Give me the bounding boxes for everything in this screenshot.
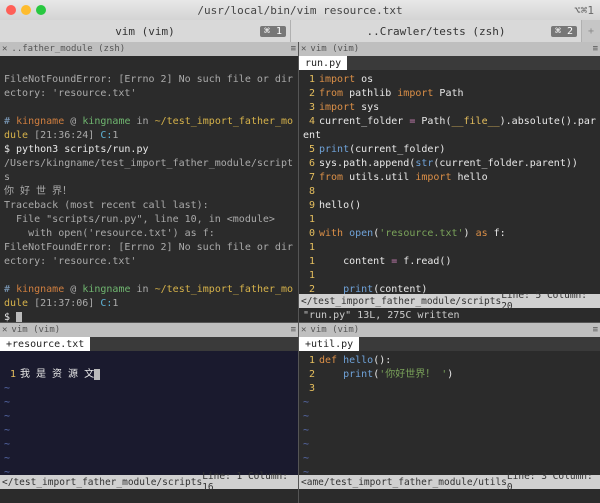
editor-content[interactable]: 1import os 2from pathlib import Path 3im… xyxy=(299,70,600,294)
pane-menu-icon[interactable]: ≡ xyxy=(593,325,598,335)
pane-title: ..father_module (zsh) xyxy=(11,44,125,54)
pane-close-icon[interactable]: ✕ xyxy=(2,325,7,335)
editor-content[interactable]: 1def hello(): 2 print('你好世界！ ') 3 ~ ~ ~ … xyxy=(299,351,600,475)
window-title: /usr/local/bin/vim resource.txt xyxy=(0,4,600,17)
vim-message: "run.py" 13L, 275C written xyxy=(299,308,600,322)
tab-crawler[interactable]: ..Crawler/tests (zsh) ⌘ 2 xyxy=(291,20,582,42)
pane-menu-icon[interactable]: ≡ xyxy=(291,325,296,335)
pane-terminal[interactable]: ✕ ..father_module (zsh) ≡ FileNotFoundEr… xyxy=(0,42,298,322)
vim-message xyxy=(0,489,298,503)
pane-title: vim (vim) xyxy=(310,44,359,54)
vim-message xyxy=(299,489,600,503)
pane-menu-icon[interactable]: ≡ xyxy=(593,44,598,54)
vim-tab[interactable]: + resource.txt xyxy=(0,337,90,351)
vim-statusline: </test_import_father_module/scripts Line… xyxy=(0,475,298,489)
tab-add-icon[interactable]: + xyxy=(582,20,600,42)
vim-tabline: + util.py xyxy=(299,337,600,351)
vim-tab[interactable]: + util.py xyxy=(299,337,359,351)
pane-vim-util[interactable]: ✕ vim (vim) ≡ + util.py 1def hello(): 2 … xyxy=(299,323,600,503)
pane-title: vim (vim) xyxy=(310,325,359,335)
pane-vim-resource[interactable]: ✕ vim (vim) ≡ + resource.txt 1我 是 资 源 文 … xyxy=(0,323,298,503)
pane-close-icon[interactable]: ✕ xyxy=(301,325,306,335)
pane-title: vim (vim) xyxy=(11,325,60,335)
vim-statusline: </test_import_father_module/scripts Line… xyxy=(299,294,600,308)
vim-tab[interactable]: run.py xyxy=(299,56,347,70)
pane-close-icon[interactable]: ✕ xyxy=(2,44,7,54)
pane-close-icon[interactable]: ✕ xyxy=(301,44,306,54)
cursor-icon xyxy=(16,312,22,322)
window-titlebar: /usr/local/bin/vim resource.txt ⌥⌘1 xyxy=(0,0,600,20)
vim-statusline: <ame/test_import_father_module/utils Lin… xyxy=(299,475,600,489)
tab-vim[interactable]: vim (vim) ⌘ 1 xyxy=(0,20,291,42)
vim-tabline: run.py xyxy=(299,56,600,70)
vim-tabline: + resource.txt xyxy=(0,337,298,351)
pane-vim-run[interactable]: ✕ vim (vim) ≡ run.py 1import os 2from pa… xyxy=(299,42,600,322)
tab-bar: vim (vim) ⌘ 1 ..Crawler/tests (zsh) ⌘ 2 … xyxy=(0,20,600,42)
terminal-output[interactable]: FileNotFoundError: [Errno 2] No such fil… xyxy=(0,56,298,322)
pane-menu-icon[interactable]: ≡ xyxy=(291,44,296,54)
editor-content[interactable]: 1我 是 资 源 文 ~ ~ ~ ~ ~ ~ ~ ~ ~ xyxy=(0,351,298,475)
